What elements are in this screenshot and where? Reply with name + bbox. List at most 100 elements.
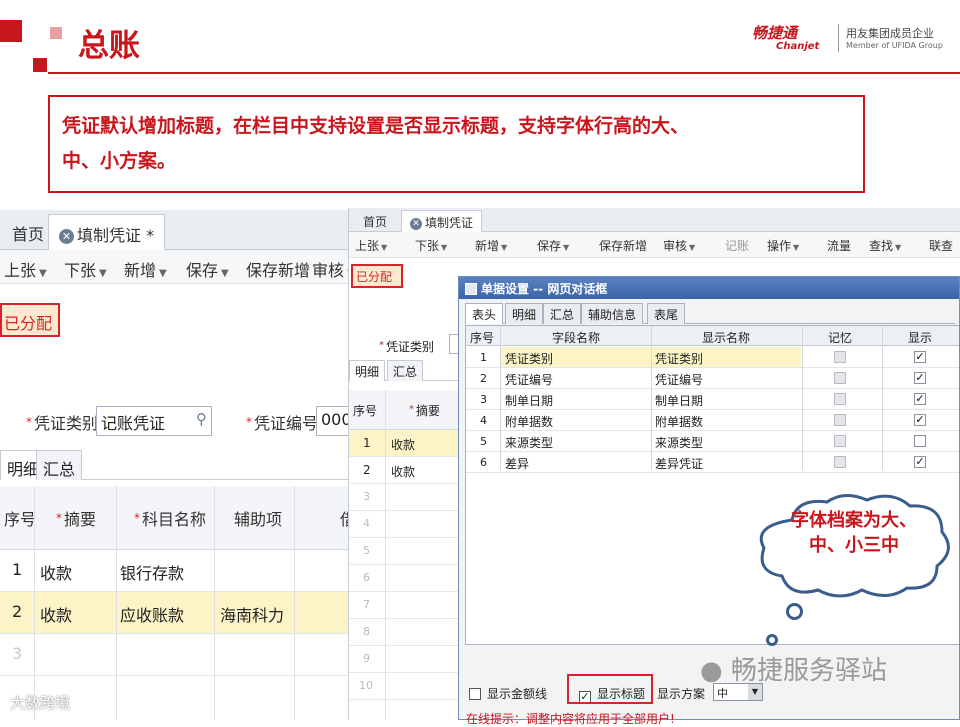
table-row[interactable]: 2 收款 应收账款 海南科力 xyxy=(0,592,352,634)
table-row[interactable]: 3 xyxy=(0,634,352,676)
tab-home[interactable]: 首页 xyxy=(2,214,54,250)
tab-summary[interactable]: 汇总 xyxy=(387,360,424,381)
toolbar-save-new[interactable]: 保存新增 xyxy=(599,237,647,254)
slide-title: 总账 xyxy=(78,28,140,64)
show-checkbox[interactable]: ✓ xyxy=(914,372,926,384)
close-icon[interactable]: ✕ xyxy=(410,218,422,230)
logo-sub: Chanjet xyxy=(776,41,820,52)
row-account[interactable]: 银行存款 xyxy=(120,560,184,584)
table-row[interactable]: 2 凭证编号 凭证编号 ✓ xyxy=(466,368,959,389)
table-row[interactable]: 6 差异 差异凭证 ✓ xyxy=(466,452,959,473)
toolbar-save[interactable]: 保存 ▼ xyxy=(186,257,229,281)
display-name[interactable]: 凭证类别 xyxy=(651,347,801,367)
show-checkbox[interactable] xyxy=(914,435,926,447)
memory-checkbox[interactable] xyxy=(834,372,846,384)
toolbar-operate[interactable]: 操作 ▼ xyxy=(767,237,799,254)
table-row[interactable]: 5 xyxy=(349,538,459,565)
display-name[interactable]: 附单据数 xyxy=(651,410,801,430)
tab-detail[interactable]: 明细 xyxy=(505,303,544,324)
tab-fill-voucher[interactable]: ✕ 填制凭证 xyxy=(401,210,483,232)
row-summary[interactable]: 收款 xyxy=(40,602,72,626)
table-row[interactable]: 5 来源类型 来源类型 xyxy=(466,431,959,452)
voucher-no-input[interactable]: 0002 xyxy=(316,406,352,436)
show-checkbox[interactable]: ✓ xyxy=(914,456,926,468)
col-account: * 科目名称 xyxy=(134,510,207,529)
memory-checkbox[interactable] xyxy=(834,435,846,447)
table-row[interactable]: 4 xyxy=(349,511,459,538)
decor-square xyxy=(50,27,62,39)
display-scheme-label: 显示方案 xyxy=(657,687,706,701)
toolbar-flow[interactable]: 流量 xyxy=(827,237,851,254)
memory-checkbox[interactable] xyxy=(834,351,846,363)
amount-line-checkbox xyxy=(469,688,481,700)
callout-cloud: 字体档案为大、中、小三中 xyxy=(752,490,957,600)
table-row[interactable]: 1 收款 xyxy=(349,430,459,457)
row-no: 1 xyxy=(12,560,23,579)
toolbar-save-new[interactable]: 保存新增 xyxy=(246,257,310,281)
close-icon[interactable]: ✕ xyxy=(59,229,74,244)
toolbar-audit[interactable]: 审核▼ xyxy=(663,237,695,254)
table-row[interactable]: 10 xyxy=(349,673,459,700)
table-row[interactable]: 7 xyxy=(349,592,459,619)
dialog-title: 单据设置 -- 网页对话框 xyxy=(481,282,608,296)
toolbar-save[interactable]: 保存 ▼ xyxy=(537,237,569,254)
toolbar-prev[interactable]: 上张 ▼ xyxy=(4,257,47,281)
window-icon xyxy=(465,283,477,295)
table-row[interactable]: 1 凭证类别 凭证类别 ✓ xyxy=(466,347,959,368)
tab-aux-info[interactable]: 辅助信息 xyxy=(581,303,644,324)
tab-header[interactable]: 表头 xyxy=(465,303,504,324)
table-row[interactable]: 3 制单日期 制单日期 ✓ xyxy=(466,389,959,410)
toolbar-post[interactable]: 记账 xyxy=(725,237,749,254)
memory-checkbox[interactable] xyxy=(834,414,846,426)
display-name[interactable]: 制单日期 xyxy=(651,389,801,409)
tab-home[interactable]: 首页 xyxy=(355,210,395,232)
show-amount-line-option[interactable]: 显示金额线 xyxy=(469,685,547,702)
toolbar-new[interactable]: 新增 ▼ xyxy=(475,237,507,254)
row-summary[interactable]: 收款 xyxy=(40,560,72,584)
chevron-down-icon: ▼ xyxy=(895,243,902,252)
toolbar-find[interactable]: 查找 ▼ xyxy=(869,237,901,254)
table-row[interactable]: 3 xyxy=(349,484,459,511)
logo-main: 畅捷通 xyxy=(752,24,798,42)
watermark: 大数跨境 xyxy=(10,694,71,712)
toolbar-new[interactable]: 新增 ▼ xyxy=(124,257,167,281)
chevron-down-icon: ▼ xyxy=(441,243,448,252)
display-name[interactable]: 凭证编号 xyxy=(651,368,801,388)
show-checkbox[interactable]: ✓ xyxy=(914,351,926,363)
row-account[interactable]: 应收账款 xyxy=(120,602,184,626)
table-row[interactable]: 9 xyxy=(349,646,459,673)
table-row[interactable]: 1 收款 银行存款 xyxy=(0,550,352,592)
thought-bubble xyxy=(786,603,803,620)
display-name[interactable]: 来源类型 xyxy=(651,431,801,451)
status-badge: 已分配 xyxy=(0,303,60,337)
tab-detail[interactable]: 明细 xyxy=(349,360,386,381)
table-row[interactable]: 8 xyxy=(349,619,459,646)
grid-line xyxy=(500,326,501,470)
grid-line xyxy=(34,486,35,720)
memory-checkbox[interactable] xyxy=(834,456,846,468)
tab-fill-voucher[interactable]: ✕ 填制凭证 * xyxy=(48,214,166,250)
table-row[interactable]: 4 附单据数 附单据数 ✓ xyxy=(466,410,959,431)
table-row[interactable]: 2 收款 xyxy=(349,457,459,484)
tab-summary[interactable]: 汇总 xyxy=(543,303,582,324)
toolbar-next[interactable]: 下张 ▼ xyxy=(415,237,447,254)
grid-line xyxy=(802,326,803,470)
row-aux[interactable]: 海南科力 xyxy=(220,602,284,626)
display-name[interactable]: 差异凭证 xyxy=(651,452,801,472)
dialog-titlebar[interactable]: 单据设置 -- 网页对话框 xyxy=(459,277,959,299)
table-row[interactable]: 6 xyxy=(349,565,459,592)
show-checkbox[interactable]: ✓ xyxy=(914,414,926,426)
voucher-type-label: * 凭证类别 xyxy=(379,340,435,354)
show-checkbox[interactable]: ✓ xyxy=(914,393,926,405)
toolbar-query[interactable]: 联查 xyxy=(929,237,953,254)
toolbar-prev[interactable]: 上张 ▼ xyxy=(355,237,387,254)
grid-line xyxy=(651,326,652,470)
toolbar-audit[interactable]: 审核▼ xyxy=(312,257,352,281)
search-icon[interactable]: ⚲ xyxy=(196,410,207,428)
memory-checkbox[interactable] xyxy=(834,393,846,405)
tab-summary[interactable]: 汇总 xyxy=(36,450,83,480)
voucher-type-input[interactable]: 记账凭证 ⚲ xyxy=(96,406,212,436)
col-memory: 记忆 xyxy=(828,331,853,345)
tab-footer[interactable]: 表尾 xyxy=(647,303,686,324)
toolbar-next[interactable]: 下张 ▼ xyxy=(64,257,107,281)
